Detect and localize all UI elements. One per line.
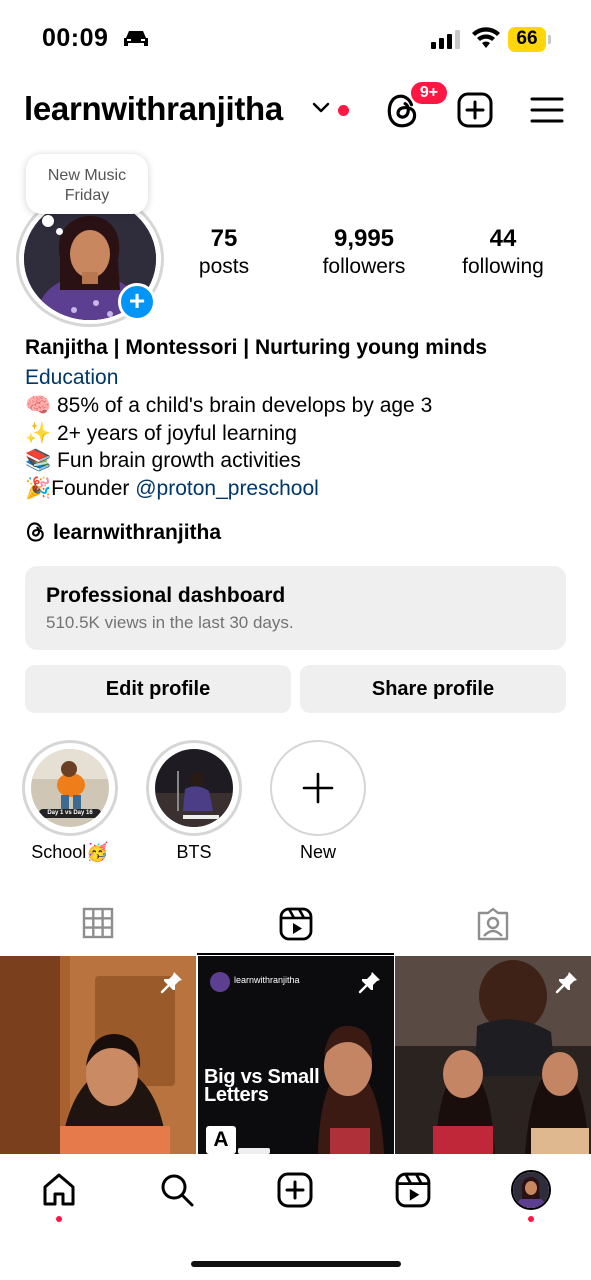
tab-grid[interactable]	[0, 893, 197, 955]
threads-profile-link[interactable]: learnwithranjitha	[25, 521, 221, 545]
signal-icon	[431, 30, 460, 49]
grid-icon	[82, 907, 114, 939]
mention-link[interactable]: @proton_preschool	[135, 477, 319, 500]
bio-text: Founder	[51, 476, 136, 500]
followers-count: 9,995	[333, 225, 395, 252]
display-name: Ranjitha | Montessori | Nurturing young …	[25, 336, 488, 359]
search-icon[interactable]	[159, 1172, 195, 1208]
home-indicator	[191, 1261, 401, 1267]
new-highlight-ring	[270, 740, 366, 836]
dashboard-subtitle: 510.5K views in the last 30 days.	[46, 613, 294, 632]
note-bubble-tail-small	[56, 228, 63, 235]
reel-title: Big vs Small Letters	[204, 1067, 320, 1106]
highlight-thumbnail	[155, 749, 233, 827]
stat-posts[interactable]: 75 posts	[178, 225, 270, 279]
tab-tagged[interactable]	[394, 893, 591, 955]
grid-item[interactable]	[0, 956, 196, 1154]
bio-text: 85% of a child's brain develops by age 3	[51, 394, 433, 417]
tagged-icon	[477, 907, 509, 941]
stat-followers[interactable]: 9,995 followers	[308, 225, 420, 279]
create-icon[interactable]	[277, 1172, 313, 1208]
bio-text: Fun brain growth activities	[51, 449, 301, 472]
books-emoji: 📚	[25, 449, 52, 472]
bio-line: 🧠 85% of a child's brain develops by age…	[25, 394, 565, 422]
home-icon[interactable]	[41, 1172, 77, 1208]
home-notification-dot	[56, 1216, 62, 1222]
posts-label: posts	[198, 255, 250, 278]
reels-icon[interactable]	[395, 1172, 431, 1208]
car-icon	[124, 31, 148, 46]
wifi-icon	[472, 27, 500, 48]
plus-icon	[302, 772, 334, 804]
highlight-label: New	[299, 842, 336, 862]
edit-profile-button[interactable]: Edit profile	[25, 665, 291, 713]
threads-handle: learnwithranjitha	[53, 521, 222, 544]
profile-tabs	[0, 893, 591, 955]
share-profile-button[interactable]: Share profile	[300, 665, 566, 713]
battery-indicator: 66	[508, 27, 552, 52]
reels-icon	[279, 907, 313, 941]
grid-item[interactable]	[395, 956, 591, 1154]
threads-icon	[27, 522, 44, 542]
highlight-thumbnail: Day 1 vs Day 16	[31, 749, 109, 827]
add-story-button[interactable]: +	[118, 283, 156, 321]
bio-line: 🎉Founder @proton_preschool	[25, 477, 565, 505]
threads-badge: 9+	[409, 80, 449, 106]
stat-following[interactable]: 44 following	[450, 225, 556, 279]
following-count: 44	[489, 225, 517, 252]
bio-line: ✨ 2+ years of joyful learning	[25, 422, 565, 450]
party-emoji: 🎉	[25, 476, 52, 500]
bio: Ranjitha | Montessori | Nurturing young …	[25, 336, 565, 504]
create-icon[interactable]	[457, 92, 493, 128]
grid-item[interactable]: learnwithranjitha Big vs Small Letters A	[198, 956, 394, 1154]
avatar	[513, 1172, 549, 1208]
professional-dashboard[interactable]: Professional dashboard 510.5K views in t…	[25, 566, 566, 650]
reel-letter: A	[213, 1128, 229, 1151]
status-bar: 00:09 66	[0, 0, 591, 80]
highlight-label: BTS	[176, 842, 212, 862]
account-switcher[interactable]: learnwithranjitha	[24, 90, 283, 128]
menu-icon[interactable]	[530, 96, 564, 124]
highlight-new[interactable]: New	[268, 740, 368, 863]
active-tab-indicator	[197, 953, 394, 955]
dashboard-title: Professional dashboard	[46, 584, 286, 607]
highlight-bts[interactable]: BTS	[144, 740, 244, 863]
reel-title-line2: Letters	[204, 1084, 269, 1106]
chevron-down-icon[interactable]	[312, 102, 330, 114]
highlight-label: School🥳	[31, 842, 109, 862]
note-bubble-tail	[42, 215, 54, 227]
following-label: following	[462, 255, 544, 278]
pin-icon	[160, 972, 182, 994]
profile-notification-dot	[528, 1216, 534, 1222]
status-time: 00:09	[42, 24, 109, 52]
category-label: Education	[25, 366, 119, 389]
sparkles-emoji: ✨	[25, 421, 52, 445]
profile-avatar-tab[interactable]	[511, 1170, 551, 1210]
battery-level: 66	[516, 28, 538, 49]
highlight-ring	[146, 740, 242, 836]
profile-note[interactable]: New Music Friday	[26, 154, 148, 214]
tab-reels[interactable]	[197, 893, 394, 955]
highlight-ring: Day 1 vs Day 16	[22, 740, 118, 836]
bio-line: 📚 Fun brain growth activities	[25, 449, 565, 477]
note-text-line2: Friday	[64, 187, 110, 204]
reel-account: learnwithranjitha	[234, 975, 300, 985]
notification-dot	[338, 105, 349, 116]
followers-label: followers	[322, 255, 406, 278]
profile-header: learnwithranjitha 9+	[0, 80, 591, 140]
posts-count: 75	[210, 225, 238, 252]
brain-emoji: 🧠	[25, 394, 52, 417]
pin-icon	[358, 972, 380, 994]
highlight-thumb-caption: Day 1 vs Day 16	[47, 810, 93, 816]
reels-grid: learnwithranjitha Big vs Small Letters A	[0, 956, 591, 1154]
bio-text: 2+ years of joyful learning	[51, 421, 297, 445]
highlight-school[interactable]: Day 1 vs Day 16 School🥳	[20, 740, 120, 863]
note-text-line1: New Music	[47, 167, 127, 184]
pin-icon	[555, 972, 577, 994]
